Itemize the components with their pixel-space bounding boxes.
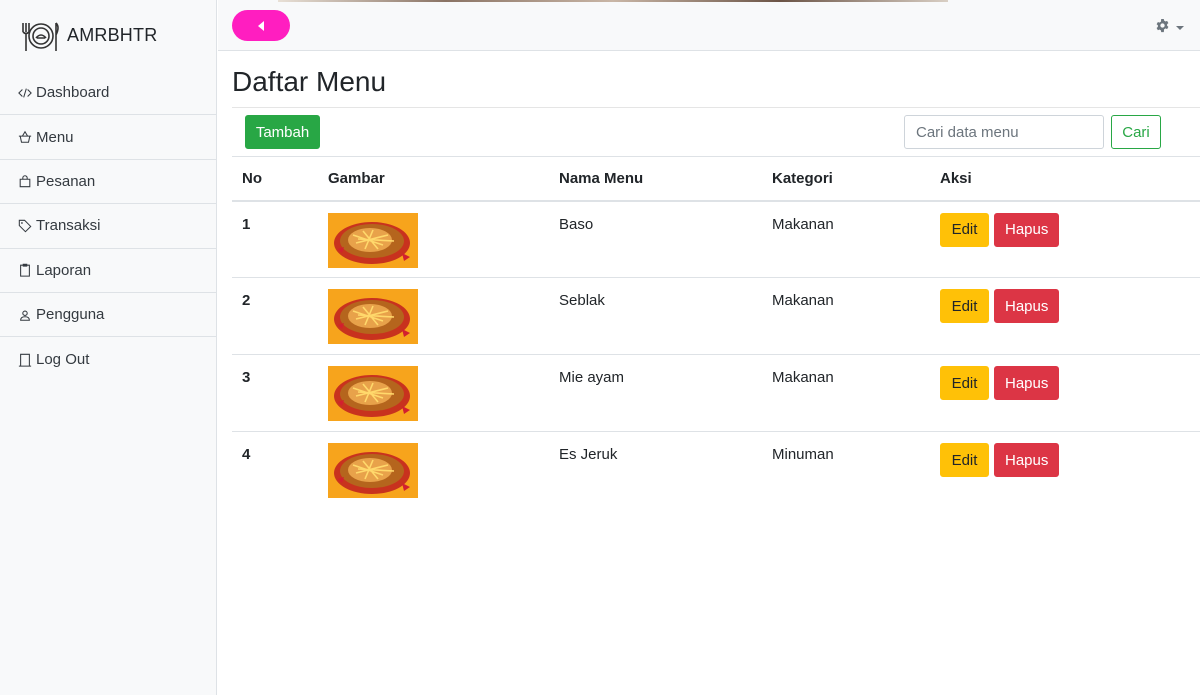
table-row: 3 Mie ayam Makanan Edit Hapus — [232, 355, 1200, 432]
table-header-row: No Gambar Nama Menu Kategori Aksi — [232, 156, 1200, 201]
menu-category: Makanan — [772, 215, 834, 233]
menu-table: No Gambar Nama Menu Kategori Aksi 1 Baso… — [232, 156, 1200, 509]
menu-category: Makanan — [772, 292, 834, 309]
brand[interactable]: AMRBHTR — [0, 0, 216, 71]
column-header-aksi: Aksi — [940, 169, 972, 187]
search-input[interactable] — [904, 115, 1104, 149]
door-icon — [18, 353, 32, 367]
sidebar-item-pengguna[interactable]: Pengguna — [0, 293, 216, 338]
sidebar-item-label: Laporan — [36, 261, 92, 279]
chevron-down-icon — [1176, 26, 1184, 30]
search-button[interactable]: Cari — [1111, 115, 1161, 149]
column-header-nama: Nama Menu — [559, 169, 644, 187]
edit-button[interactable]: Edit — [940, 443, 989, 477]
menu-category: Minuman — [772, 446, 834, 463]
table-row: 1 Baso Makanan Edit Hapus — [232, 201, 1200, 278]
menu-image-cell — [318, 355, 549, 432]
delete-button[interactable]: Hapus — [994, 212, 1060, 247]
menu-image-cell — [318, 201, 549, 278]
plate-fork-knife-icon — [19, 18, 63, 54]
clipboard-icon — [18, 263, 32, 277]
edit-button[interactable]: Edit — [940, 366, 989, 400]
menu-category: Makanan — [772, 369, 834, 386]
person-icon — [18, 308, 32, 322]
sidebar-item-label: Menu — [36, 128, 74, 146]
main-content: Daftar Menu Tambah Cari No Gambar Nama M… — [218, 52, 1200, 695]
menu-image-cell — [318, 278, 549, 355]
menu-name: Baso — [559, 215, 594, 233]
menu-name: Mie ayam — [559, 369, 625, 386]
row-number: 3 — [242, 369, 251, 386]
sidebar-item-label: Transaksi — [36, 217, 101, 235]
delete-button[interactable]: Hapus — [994, 366, 1060, 400]
menu-thumbnail — [328, 443, 418, 498]
code-icon — [18, 86, 32, 100]
sidebar-item-pesanan[interactable]: Pesanan — [0, 160, 216, 205]
caret-left-icon — [258, 20, 264, 31]
sidebar-item-label: Pengguna — [36, 306, 105, 324]
title-divider — [232, 107, 1200, 108]
bag-icon — [18, 174, 32, 188]
edit-button[interactable]: Edit — [940, 289, 989, 323]
page-title: Daftar Menu — [232, 66, 387, 97]
delete-button[interactable]: Hapus — [994, 289, 1060, 323]
menu-name: Seblak — [559, 292, 605, 309]
column-header-gambar: Gambar — [328, 169, 385, 187]
menu-thumbnail — [328, 289, 418, 344]
action-cell: Edit Hapus — [930, 201, 1200, 278]
column-header-kategori: Kategori — [772, 169, 833, 187]
action-cell: Edit Hapus — [930, 278, 1200, 355]
sidebar-item-menu[interactable]: Menu — [0, 115, 216, 160]
tag-icon — [18, 219, 32, 233]
basket-icon — [18, 130, 32, 144]
add-menu-button[interactable]: Tambah — [245, 115, 320, 149]
table-row: 2 Seblak Makanan Edit Hapus — [232, 278, 1200, 355]
sidebar-item-label: Dashboard — [36, 84, 110, 102]
settings-dropdown[interactable] — [1155, 18, 1184, 38]
row-number: 1 — [242, 215, 251, 233]
delete-button[interactable]: Hapus — [994, 443, 1060, 477]
menu-thumbnail — [328, 212, 418, 268]
action-cell: Edit Hapus — [930, 432, 1200, 509]
action-cell: Edit Hapus — [930, 355, 1200, 432]
sidebar-item-label: Pesanan — [36, 172, 96, 190]
sidebar-item-transaksi[interactable]: Transaksi — [0, 204, 216, 249]
sidebar-toggle-button[interactable] — [232, 10, 290, 41]
menu-thumbnail — [328, 366, 418, 421]
table-row: 4 Es Jeruk Minuman Edit Hapus — [232, 432, 1200, 509]
menu-name: Es Jeruk — [559, 446, 618, 463]
header-image-strip — [278, 0, 948, 2]
row-number: 2 — [242, 292, 251, 309]
sidebar-item-logout[interactable]: Log Out — [0, 337, 216, 381]
sidebar-item-dashboard[interactable]: Dashboard — [0, 71, 216, 116]
menu-image-cell — [318, 432, 549, 509]
brand-name: AMRBHTR — [67, 25, 158, 45]
sidebar: AMRBHTR Dashboard Menu Pesanan Transaksi… — [0, 0, 217, 695]
topbar — [218, 0, 1200, 51]
column-header-no: No — [242, 169, 262, 187]
edit-button[interactable]: Edit — [940, 212, 989, 247]
row-number: 4 — [242, 446, 251, 463]
sidebar-item-label: Log Out — [36, 351, 90, 369]
gear-icon — [1155, 18, 1170, 38]
sidebar-item-laporan[interactable]: Laporan — [0, 249, 216, 293]
